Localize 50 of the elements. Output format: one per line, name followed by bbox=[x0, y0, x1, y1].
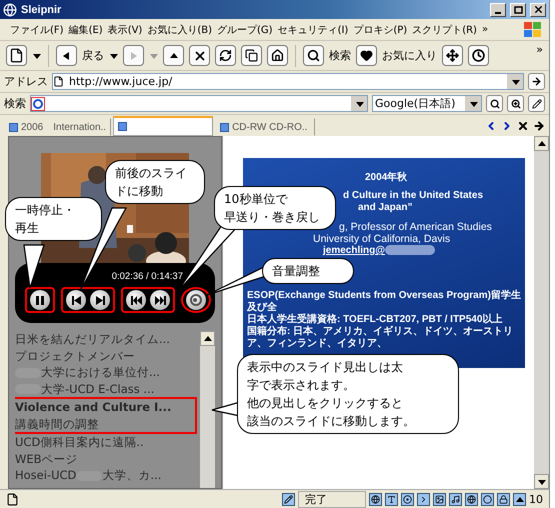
back-label[interactable]: 戻る bbox=[82, 48, 104, 63]
slide-text: g, Professor of American Studies bbox=[339, 221, 492, 233]
menu-item[interactable]: 編集(E) bbox=[68, 22, 103, 36]
slide-text: ESOP(Exchange Students from Overseas Program)留学生及び全 bbox=[247, 290, 521, 314]
callout-text: 早送り・巻き戻し bbox=[224, 209, 320, 226]
menu-item[interactable]: グループ(G) bbox=[217, 22, 273, 36]
zoom-level: 10 bbox=[529, 493, 543, 506]
slide-heading: 2004年秋 bbox=[365, 172, 408, 184]
menu-item[interactable]: プロキシ(P) bbox=[353, 22, 408, 36]
menu-item[interactable]: お気に入り(B) bbox=[147, 22, 212, 36]
slide-title: d Culture in the United States bbox=[343, 190, 484, 202]
slide-list-item[interactable]: WEBページ bbox=[15, 450, 200, 467]
callout-text: 表示中のスライド見出しは太 bbox=[247, 359, 403, 376]
slide-list-item[interactable]: 講義時間の調整 bbox=[15, 416, 195, 432]
slide-list-item[interactable]: Violence and Culture I... bbox=[15, 399, 195, 416]
callout-text: 一時停止・ bbox=[15, 202, 75, 219]
callout-text: 他の見出しをクリックすると bbox=[247, 395, 403, 412]
status-text: 完了 bbox=[298, 491, 366, 508]
callout-text: 音量調整 bbox=[272, 263, 320, 280]
callout-text: ドに移動 bbox=[115, 183, 163, 200]
menu-item[interactable]: » bbox=[482, 24, 488, 35]
callout-text: 字で表示されます。 bbox=[247, 377, 355, 394]
slide-list-item[interactable]: 日米を結んだリアルタイム... bbox=[15, 331, 200, 348]
more-button[interactable]: » bbox=[536, 43, 543, 56]
menu-item[interactable]: スクリプト(R) bbox=[412, 22, 477, 36]
address-label: アドレス bbox=[4, 74, 48, 89]
email-text: jemechling@ bbox=[323, 245, 435, 257]
slide-text: 日本人学生受講資格: TOEFL-CBT207, PBT / ITP540以上 bbox=[247, 314, 504, 326]
playback-time: 0:02:36 / 0:14:37 bbox=[112, 271, 183, 282]
slide-list-item[interactable]: プロジェクトメンバー bbox=[15, 348, 200, 364]
slide-list-item[interactable]: 大学-UCD E-Class ... bbox=[15, 380, 200, 397]
slide-list-item[interactable]: Hosei-UCD 大学、カ... bbox=[15, 467, 200, 484]
callout-text: 該当のスライドに移動します。 bbox=[247, 413, 415, 430]
callout-text: 前後のスライ bbox=[115, 165, 187, 182]
menu-item[interactable]: ファイル(F) bbox=[10, 22, 64, 36]
search-label: 検索 bbox=[4, 96, 26, 111]
slide-text: 国籍分布: 日本、アメリカ、イギリス、ドイツ、オーストリア、フィンランド、イタリア、 bbox=[247, 326, 514, 350]
slide-list-item[interactable]: 大学における単位付... bbox=[15, 364, 200, 380]
slide-title: and Japan” bbox=[358, 202, 412, 214]
callout-text: 10秒単位で bbox=[224, 191, 288, 208]
address-field[interactable]: http://www.juce.jp/ bbox=[52, 73, 524, 90]
callout-text: 再生 bbox=[15, 220, 39, 237]
engine-select[interactable]: Google(日本語) bbox=[372, 95, 482, 112]
slide-text: University of California, Davis bbox=[313, 233, 450, 245]
window-title: Sleipnir bbox=[21, 4, 62, 16]
favorites-label[interactable]: お気に入り bbox=[382, 48, 437, 63]
menu-item[interactable]: 表示(V) bbox=[108, 22, 142, 36]
menu-item[interactable]: セキュリティ(I) bbox=[278, 22, 348, 36]
search-label[interactable]: 検索 bbox=[329, 48, 351, 63]
slide-list-item[interactable]: UCD側科目案内に遠隔.. bbox=[15, 434, 200, 450]
